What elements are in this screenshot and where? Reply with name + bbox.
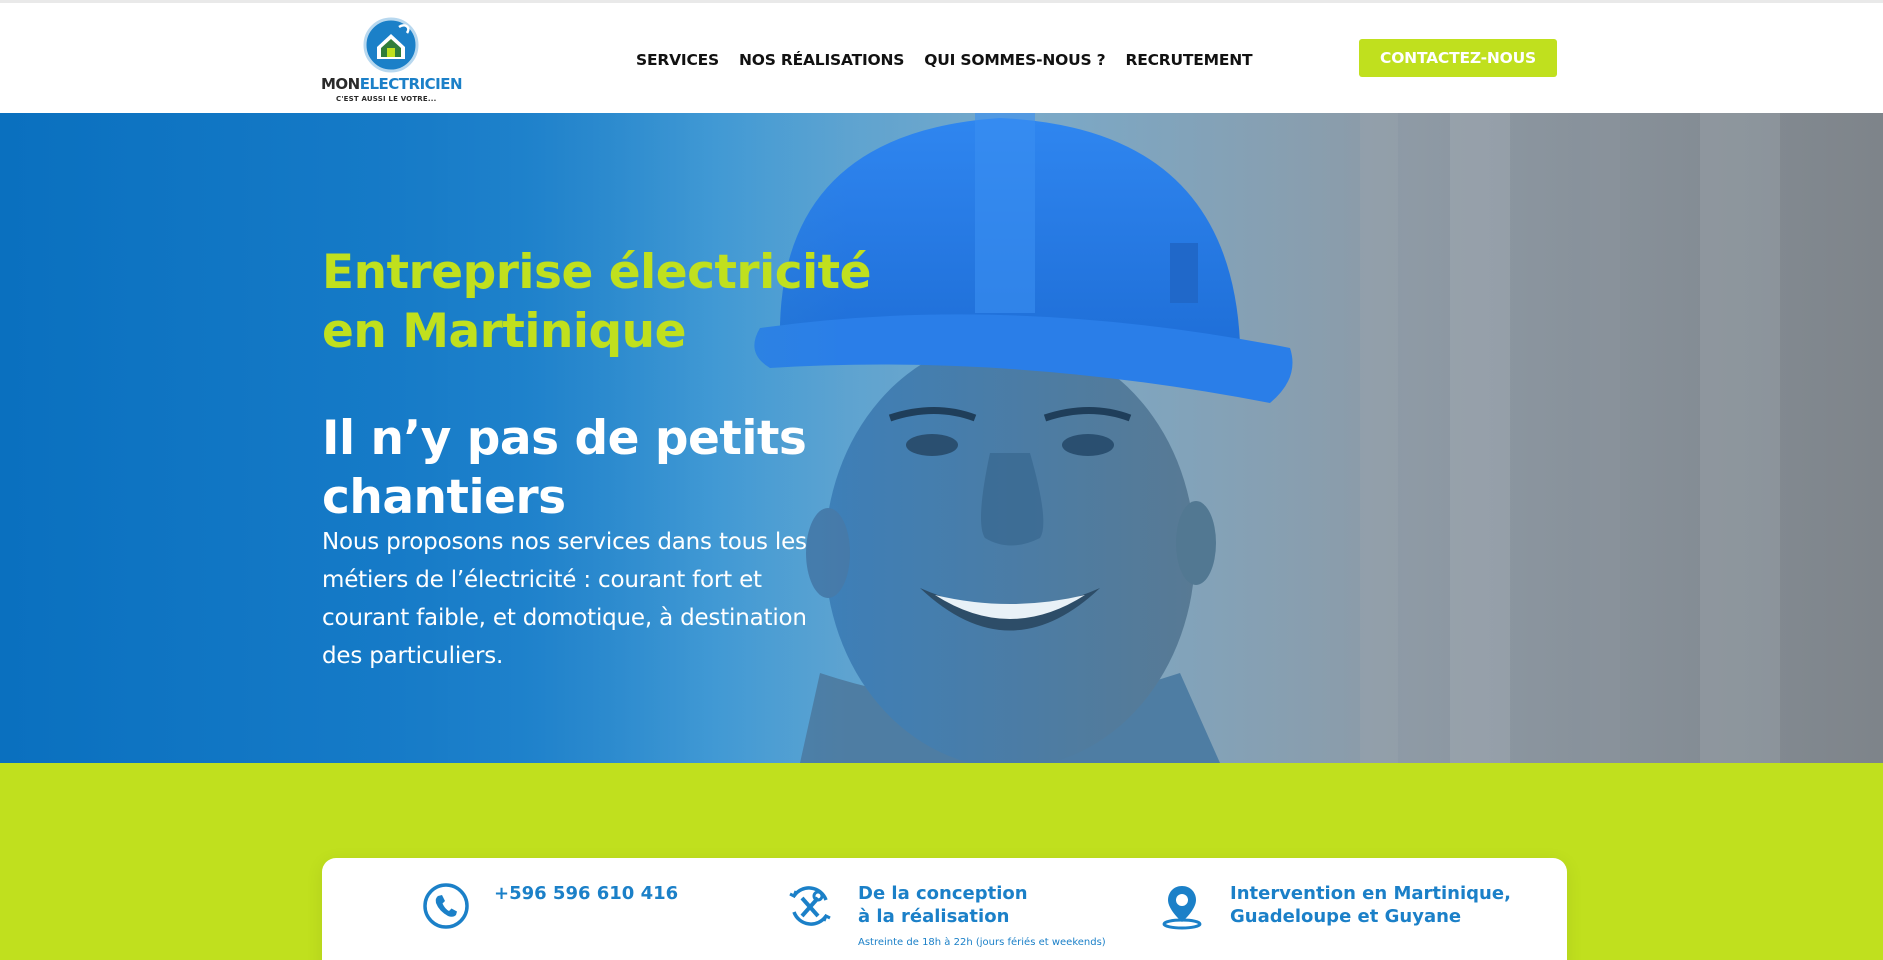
logo-wordmark: MONELECTRICIEN — [321, 75, 463, 93]
site-header: MONELECTRICIEN C'EST AUSSI LE VOTRE... S… — [0, 3, 1883, 113]
hero-background-image — [0, 113, 1883, 763]
site-logo[interactable]: MONELECTRICIEN C'EST AUSSI LE VOTRE... — [321, 15, 463, 109]
nav-services[interactable]: SERVICES — [636, 51, 719, 69]
design-text: De la conception à la réalisation — [858, 882, 1028, 928]
main-nav: SERVICES NOS RÉALISATIONS QUI SOMMES-NOU… — [636, 51, 1253, 69]
phone-number: +596 596 610 416 — [494, 883, 679, 904]
area-text: Intervention en Martinique, Guadeloupe e… — [1230, 882, 1511, 928]
nav-recruitment[interactable]: RECRUTEMENT — [1125, 51, 1252, 69]
info-card: +596 596 610 416 De la conception à la r… — [322, 858, 1567, 960]
house-plug-icon — [363, 17, 419, 73]
nav-realisations[interactable]: NOS RÉALISATIONS — [739, 51, 904, 69]
phone-icon — [423, 883, 469, 929]
nav-about[interactable]: QUI SOMMES-NOUS ? — [924, 51, 1105, 69]
contact-button[interactable]: CONTACTEZ-NOUS — [1359, 39, 1557, 77]
hero-subtitle-line1: Il n’y pas de petits — [322, 411, 807, 466]
on-call-note: Astreinte de 18h à 22h (jours fériés et … — [858, 937, 1106, 948]
hero-title: Entreprise électricité en Martinique — [322, 243, 882, 361]
hero-title-line2: en Martinique — [322, 304, 687, 359]
hero-section: Entreprise électricité en Martinique Il … — [0, 113, 1883, 763]
hero-title-line1: Entreprise électricité — [322, 245, 872, 300]
hero-subtitle-line2: chantiers — [322, 470, 566, 525]
area-line1: Intervention en Martinique, — [1230, 883, 1511, 904]
area-line2: Guadeloupe et Guyane — [1230, 906, 1462, 927]
logo-tagline: C'EST AUSSI LE VOTRE... — [336, 95, 437, 103]
hero-description: Nous proposons nos services dans tous le… — [322, 529, 807, 669]
map-pin-icon — [1162, 886, 1202, 930]
tools-icon — [789, 886, 831, 926]
hero-subtitle: Il n’y pas de petits chantiers — [322, 409, 882, 527]
design-line2: à la réalisation — [858, 906, 1010, 927]
design-line1: De la conception — [858, 883, 1028, 904]
